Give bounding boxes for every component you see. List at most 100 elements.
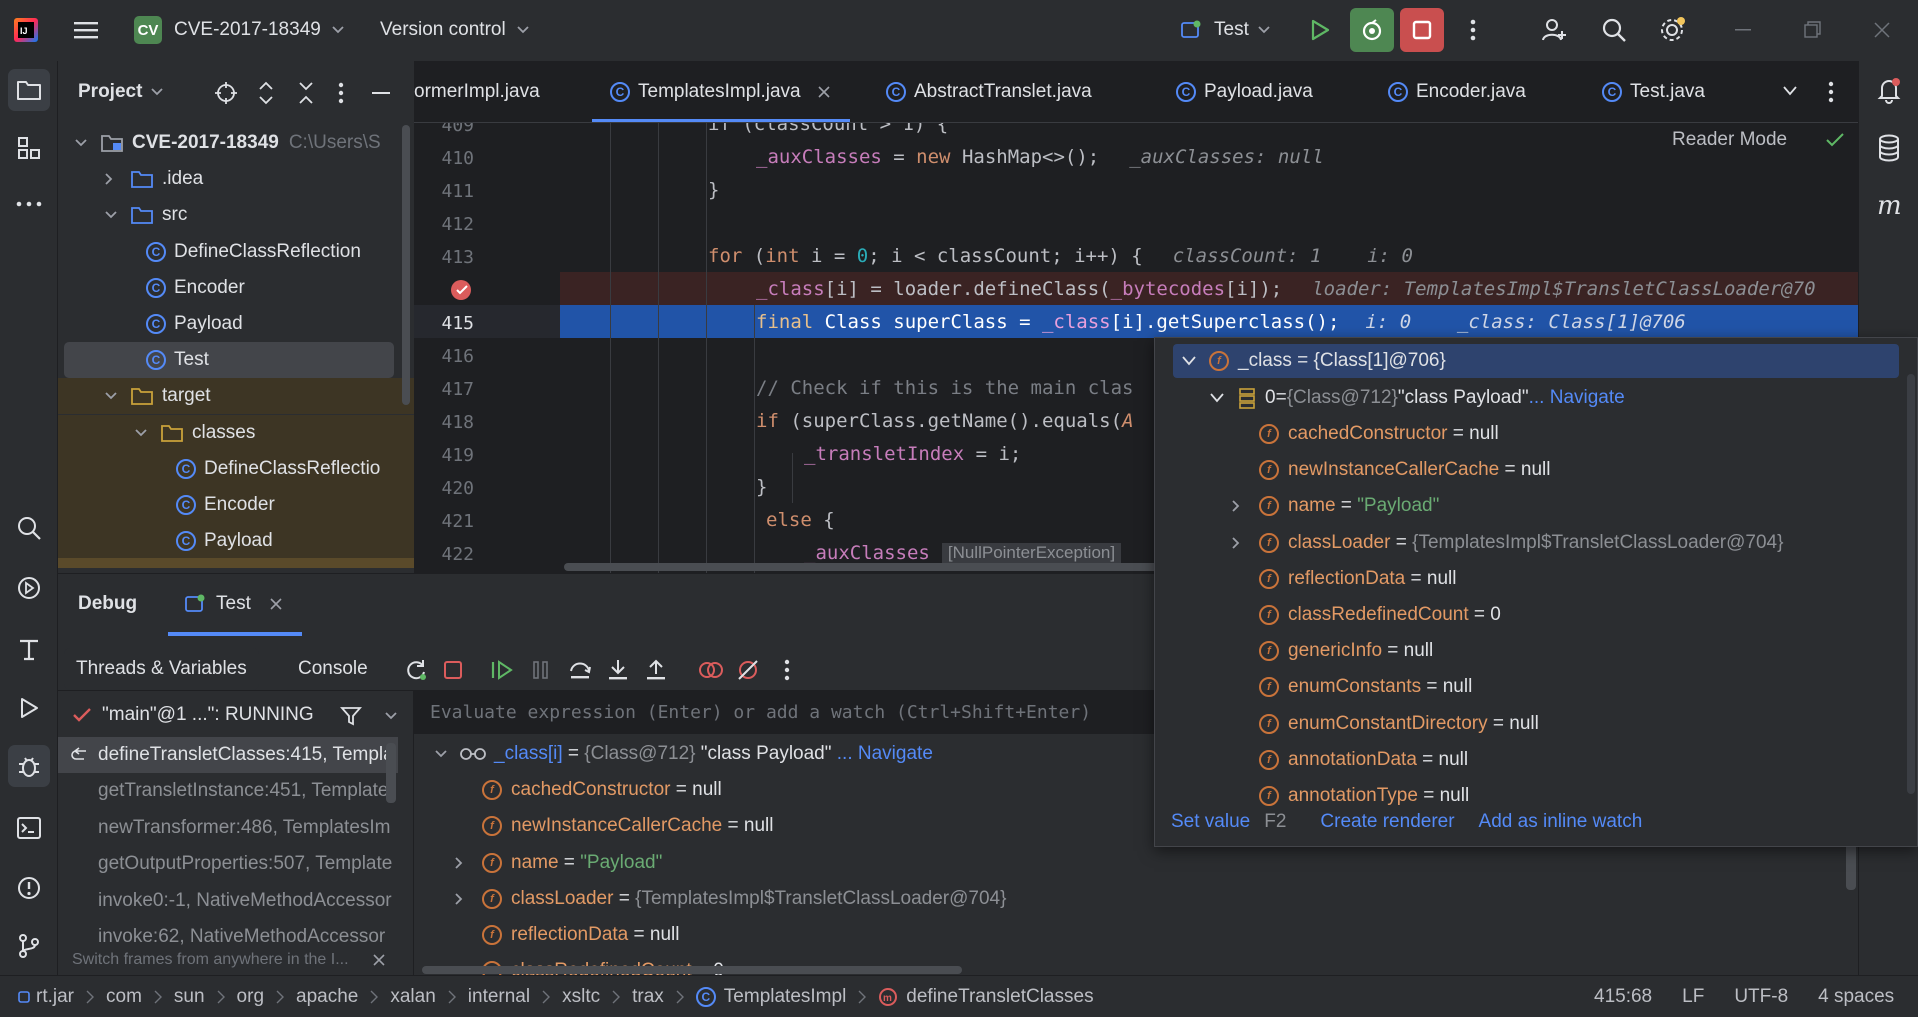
tree-item[interactable]: .idea (58, 161, 414, 197)
project-panel-header[interactable]: Project (78, 61, 164, 123)
run-tool-icon[interactable] (8, 687, 50, 729)
build-tool-icon[interactable] (8, 627, 50, 669)
create-renderer-link[interactable]: Create renderer (1320, 811, 1454, 833)
breadcrumb-item[interactable]: internal (468, 986, 530, 1008)
rerun-debug-icon[interactable] (1350, 8, 1394, 52)
indent-setting[interactable]: 4 spaces (1818, 986, 1894, 1008)
tab-transformerimpl[interactable]: ormerImpl.java (414, 61, 540, 122)
tree-item[interactable]: C Encoder (58, 487, 414, 523)
close-window-icon[interactable] (1862, 8, 1902, 52)
chevron-down-icon[interactable] (74, 138, 92, 148)
project-tool-icon[interactable] (8, 69, 50, 111)
stack-frame[interactable]: newTransformer:486, TemplatesIm (58, 810, 398, 846)
popup-child-row[interactable]: 0 = {Class@712} "class Payload" ... Navi… (1209, 380, 1625, 416)
chevron-down-icon[interactable] (384, 711, 398, 721)
variable-row[interactable]: f genericInfo = null (1259, 633, 1433, 669)
rerun-icon[interactable] (404, 658, 428, 682)
more-tools-icon[interactable] (8, 183, 50, 225)
chevron-down-icon[interactable] (134, 428, 152, 438)
chevron-down-icon[interactable] (434, 749, 448, 759)
view-breakpoints-icon[interactable] (698, 658, 724, 682)
more-actions-icon[interactable] (1458, 8, 1488, 52)
variable-row[interactable]: f classRedefinedCount = 0 (1259, 597, 1501, 633)
tab-test[interactable]: C Test.java (1602, 61, 1705, 122)
breadcrumb-item[interactable]: xsltc (562, 986, 600, 1008)
variable-row[interactable]: f newInstanceCallerCache = null (1259, 452, 1550, 488)
more-debug-options-icon[interactable] (784, 659, 790, 681)
chevron-down-icon[interactable] (104, 210, 122, 220)
breadcrumb-item[interactable]: com (106, 986, 142, 1008)
tree-item[interactable]: C Test (64, 342, 394, 379)
debug-tool-icon[interactable] (8, 745, 50, 787)
variable-row[interactable]: f cachedConstructor = null (482, 772, 722, 808)
tree-item[interactable]: src (58, 197, 414, 233)
tree-item[interactable]: target (58, 378, 414, 415)
stack-frame[interactable]: invoke0:-1, NativeMethodAccessor (58, 883, 398, 919)
hide-panel-icon[interactable] (370, 81, 392, 105)
tab-encoder[interactable]: C Encoder.java (1388, 61, 1526, 122)
app-logo-icon[interactable]: IJ (10, 8, 42, 52)
tab-threads-variables[interactable]: Threads & Variables (64, 648, 259, 690)
version-control-menu[interactable]: Version control (380, 8, 530, 52)
stop-icon[interactable] (442, 659, 464, 681)
chevron-right-icon[interactable] (454, 892, 464, 906)
step-out-icon[interactable] (644, 658, 668, 682)
project-tree-h-scrollbar[interactable] (58, 558, 414, 568)
git-tool-icon[interactable] (8, 925, 50, 967)
breadcrumb-item[interactable]: org (237, 986, 264, 1008)
thread-selector[interactable]: "main"@1 ...": RUNNING (72, 697, 314, 733)
services-tool-icon[interactable] (8, 567, 50, 609)
maximize-window-icon[interactable] (1792, 8, 1832, 52)
tree-item[interactable]: C Payload (58, 523, 414, 560)
variable-row[interactable]: f classLoader = {TemplatesImpl$TransletCl… (1232, 525, 1783, 561)
collapse-all-icon[interactable] (294, 81, 318, 105)
settings-gear-icon[interactable] (1650, 8, 1694, 52)
breadcrumb-item[interactable]: rt.jar (18, 986, 74, 1008)
tab-abstracttranslet[interactable]: C AbstractTranslet.java (886, 61, 1092, 122)
variable-row[interactable]: f name = "Payload" (455, 845, 662, 881)
step-over-icon[interactable] (568, 659, 592, 681)
tab-console[interactable]: Console (298, 648, 368, 690)
variable-row[interactable]: f enumConstantDirectory = null (1259, 706, 1539, 742)
structure-tool-icon[interactable] (8, 127, 50, 169)
add-user-icon[interactable] (1532, 8, 1576, 52)
locate-icon[interactable] (214, 81, 238, 105)
chevron-right-icon[interactable] (104, 172, 122, 186)
problems-tool-icon[interactable] (8, 867, 50, 909)
reader-mode-button[interactable]: Reader Mode (1672, 129, 1845, 151)
stack-frame[interactable]: defineTransletClasses:415, Templa (58, 737, 398, 773)
chevron-right-icon[interactable] (1231, 536, 1241, 550)
breadcrumb-item[interactable]: apache (296, 986, 358, 1008)
file-encoding[interactable]: UTF-8 (1734, 986, 1788, 1008)
breadcrumb-item[interactable]: m defineTransletClasses (878, 986, 1094, 1008)
chevron-right-icon[interactable] (1231, 499, 1241, 513)
breadcrumb-item[interactable]: xalan (390, 986, 435, 1008)
tree-item[interactable]: C Payload (58, 306, 414, 342)
add-inline-watch-link[interactable]: Add as inline watch (1479, 811, 1643, 833)
variables-scrollbar[interactable] (1846, 840, 1856, 890)
notifications-icon[interactable] (1868, 69, 1910, 111)
navigate-link[interactable]: ... Navigate (1529, 387, 1625, 409)
run-config-selector[interactable]: Test (1180, 8, 1271, 52)
variable-row[interactable]: f reflectionData = null (1259, 561, 1456, 597)
chevron-right-icon[interactable] (454, 856, 464, 870)
options-icon[interactable] (338, 81, 344, 105)
chevron-down-icon[interactable] (104, 391, 122, 401)
variable-row[interactable]: f enumConstants = null (1259, 669, 1472, 705)
terminal-tool-icon[interactable] (8, 807, 50, 849)
stack-frame[interactable]: getOutputProperties:507, Template (58, 846, 398, 882)
tab-payload[interactable]: C Payload.java (1176, 61, 1313, 122)
variable-row[interactable]: f reflectionData = null (482, 917, 679, 953)
project-tree-scrollbar[interactable] (402, 125, 410, 405)
breadcrumb-item[interactable]: sun (174, 986, 205, 1008)
find-tool-icon[interactable] (8, 507, 50, 549)
database-icon[interactable] (1868, 127, 1910, 169)
variable-row[interactable]: _class[i] = {Class@712} "class Payload" … (434, 736, 933, 772)
tree-item[interactable]: classes (58, 414, 414, 451)
tree-item[interactable]: C DefineClassReflectio (58, 450, 414, 487)
debug-session-tab[interactable]: Test (184, 574, 283, 634)
project-switcher[interactable]: CV CVE-2017-18349 (128, 8, 351, 52)
variable-row[interactable]: f annotationData = null (1259, 742, 1468, 778)
minimize-window-icon[interactable] (1724, 8, 1764, 52)
variable-row[interactable]: f name = "Payload" (1232, 488, 1439, 524)
